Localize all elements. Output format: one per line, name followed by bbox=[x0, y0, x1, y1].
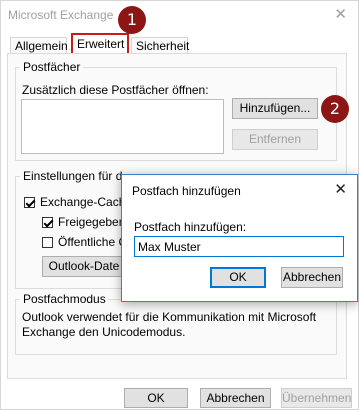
dialog-mailbox-label: Postfach hinzufügen: bbox=[134, 220, 247, 234]
add-mailbox-button[interactable]: Hinzufügen... bbox=[232, 98, 318, 119]
remove-mailbox-button: Entfernen bbox=[232, 129, 318, 150]
cached-mode-label: Exchange-Cache bbox=[40, 195, 133, 209]
tab-strip: Allgemein Erweitert Sicherheit bbox=[2, 31, 357, 56]
outlook-data-button[interactable]: Outlook-Date bbox=[42, 256, 126, 277]
ok-button[interactable]: OK bbox=[124, 388, 188, 408]
cached-mode-checkbox[interactable] bbox=[24, 197, 35, 208]
tab-sicherheit[interactable]: Sicherheit bbox=[131, 37, 189, 54]
shared-folders-label: Freigegeben bbox=[58, 215, 126, 229]
tab-allgemein[interactable]: Allgemein bbox=[10, 37, 68, 54]
mailbox-listbox[interactable] bbox=[21, 99, 224, 154]
tab-erweitert[interactable]: Erweitert bbox=[71, 33, 129, 56]
public-folders-label: Öffentliche C bbox=[58, 235, 128, 249]
close-icon[interactable]: ✕ bbox=[334, 5, 347, 23]
dialog-cancel-button[interactable]: Abbrechen bbox=[281, 267, 343, 288]
mailbox-name-input[interactable] bbox=[134, 236, 344, 257]
additional-mailboxes-label: Zusätzlich diese Postfächer öffnen: bbox=[22, 83, 209, 97]
step-marker-1: 1 bbox=[118, 6, 146, 34]
apply-button: Übernehmen bbox=[281, 388, 352, 408]
dialog-ok-button[interactable]: OK bbox=[210, 267, 266, 288]
add-mailbox-dialog: Postfach hinzufügen ✕ Postfach hinzufüge… bbox=[121, 174, 358, 302]
exchange-settings-window: Microsoft Exchange ✕ Allgemein Erweitert… bbox=[0, 0, 359, 410]
cancel-button[interactable]: Abbrechen bbox=[200, 388, 271, 408]
dialog-close-icon[interactable]: ✕ bbox=[334, 180, 347, 198]
mailbox-mode-text-line1: Outlook verwendet für die Kommunikation … bbox=[22, 310, 317, 324]
step-marker-2: 2 bbox=[321, 95, 349, 123]
postfachmodus-legend: Postfachmodus bbox=[23, 292, 106, 306]
dialog-title: Postfach hinzufügen bbox=[132, 184, 241, 198]
public-folders-checkbox[interactable] bbox=[42, 237, 53, 248]
title-bar: Microsoft Exchange ✕ bbox=[2, 2, 357, 31]
postfaecher-legend: Postfächer bbox=[23, 60, 81, 74]
mailbox-mode-text-line2: Exchange den Unicodemodus. bbox=[22, 325, 186, 339]
shared-folders-checkbox[interactable] bbox=[42, 217, 53, 228]
einstellungen-legend: Einstellungen für d bbox=[23, 169, 123, 183]
window-title: Microsoft Exchange bbox=[8, 8, 114, 22]
